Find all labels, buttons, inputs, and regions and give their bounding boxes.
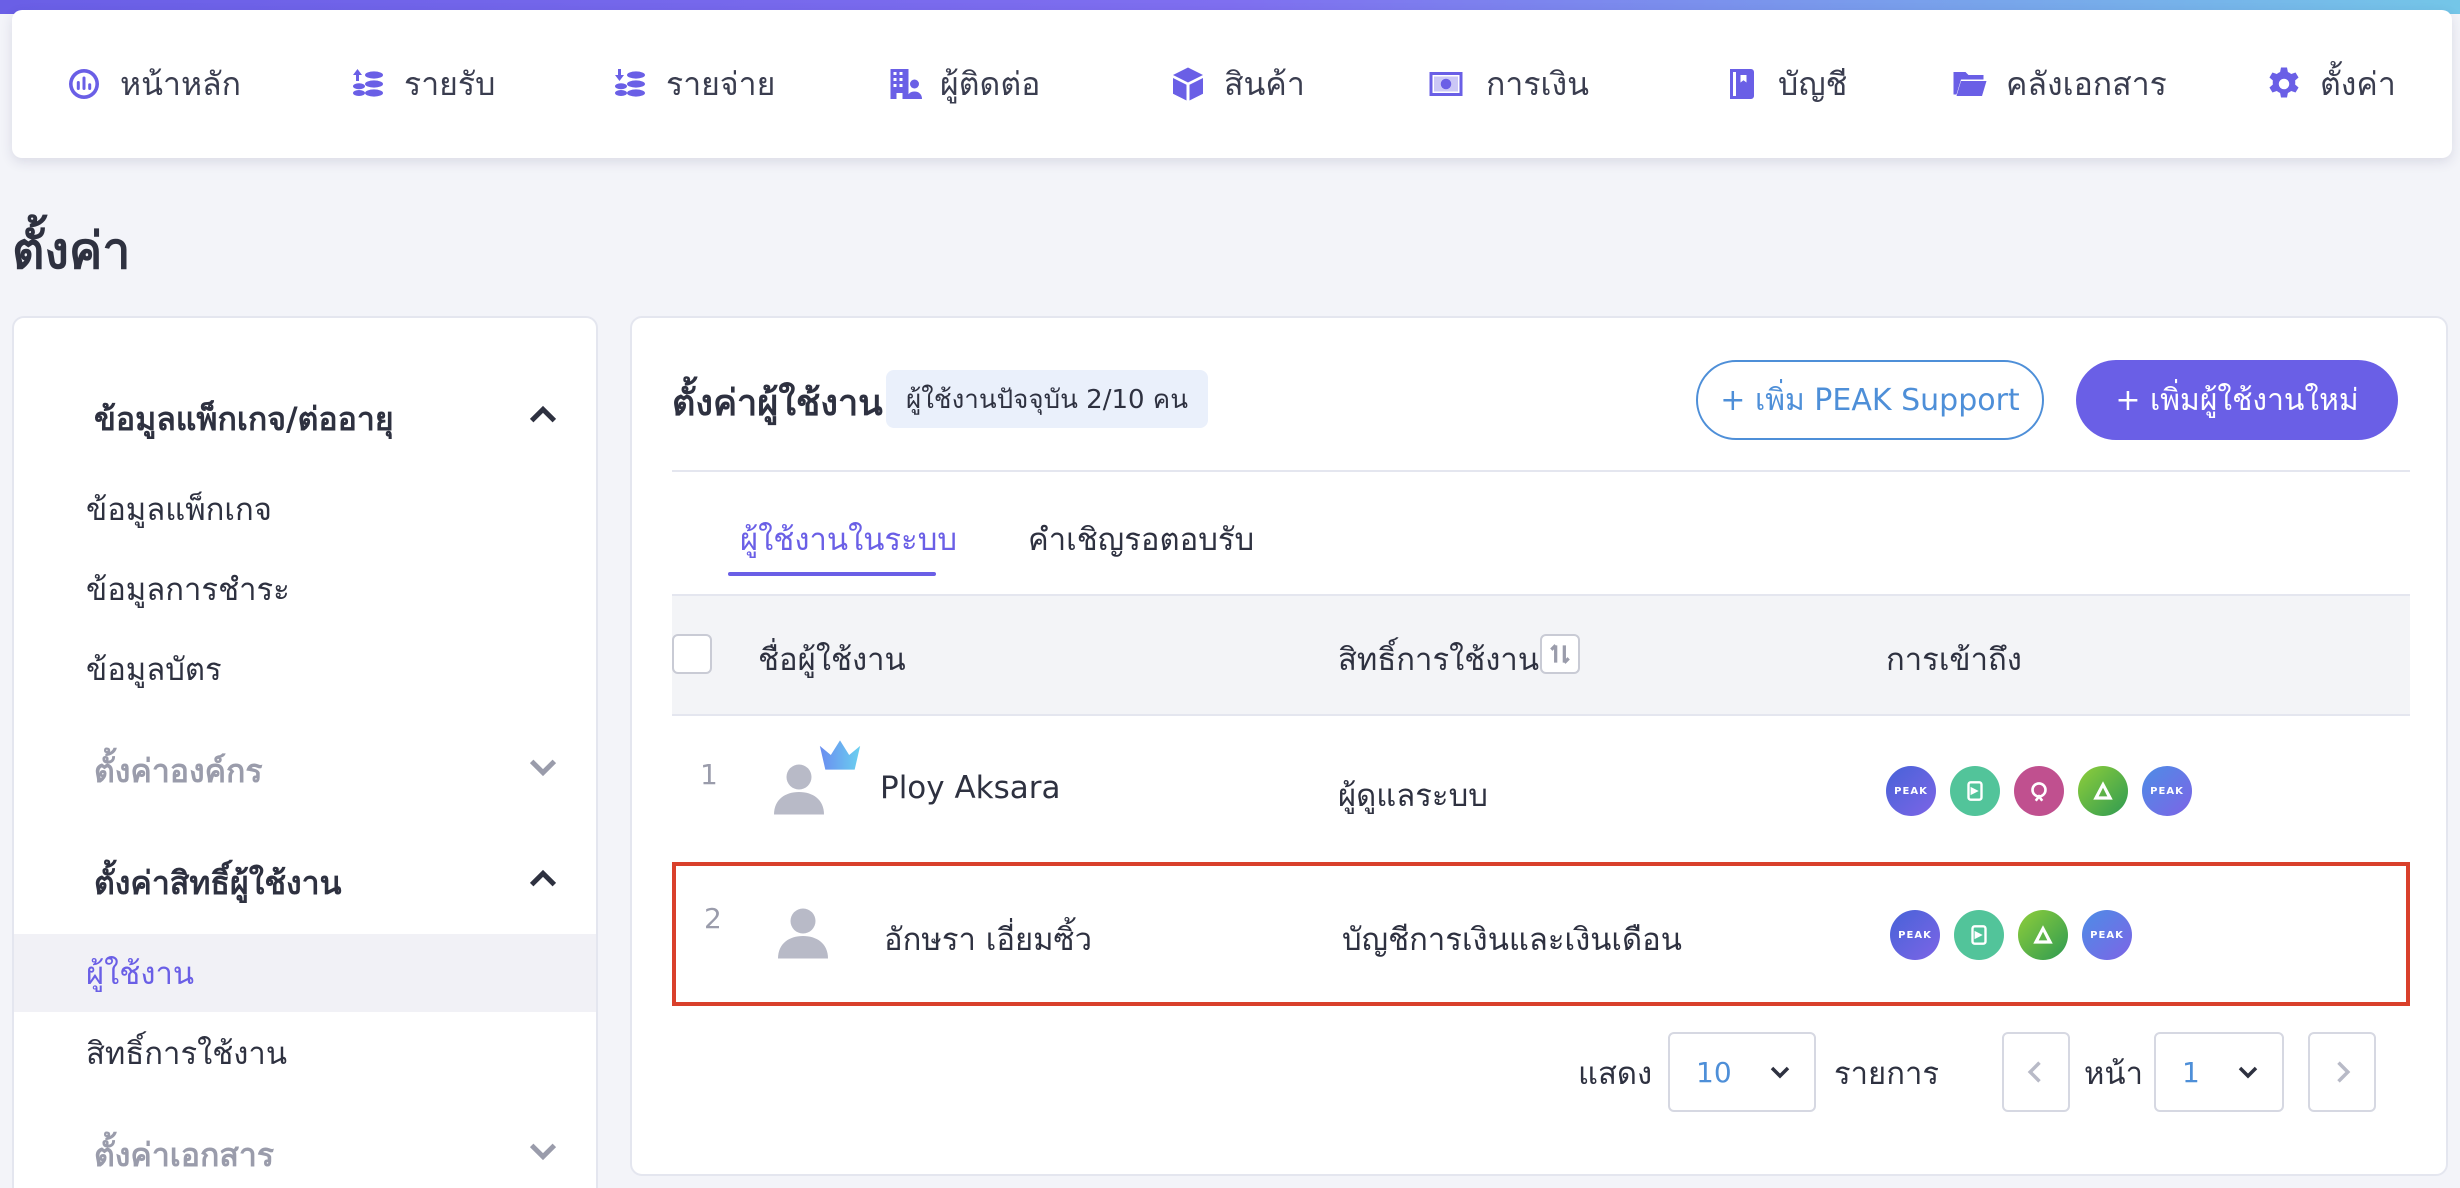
table-row[interactable]: 1 Ploy Aksara ผู้ดูแลระบบ PEAK PEAK (672, 718, 2410, 862)
nav-item-finance[interactable]: การเงิน (1424, 10, 1589, 158)
sidebar-item-users[interactable]: ผู้ใช้งาน (14, 934, 596, 1012)
ledger-book-icon (1730, 69, 1754, 99)
page-select[interactable]: 1 (2154, 1032, 2284, 1112)
nav-item-label: คลังเอกสาร (2006, 64, 2167, 103)
peak-receipt-icon (1950, 766, 2000, 816)
peak-link-icon (2014, 766, 2064, 816)
header-divider (672, 470, 2410, 472)
column-header-role: สิทธิ์การใช้งาน (1338, 642, 1540, 678)
folder-icon (1953, 72, 1987, 96)
crown-icon (819, 740, 861, 770)
nav-item-documents[interactable]: คลังเอกสาร (1952, 10, 2167, 158)
peak-pos-icon: PEAK (2142, 766, 2192, 816)
contacts-building-icon (890, 69, 922, 99)
pager-show-label: แสดง (1578, 1056, 1653, 1092)
row-number: 1 (700, 758, 718, 791)
sidebar-item-package-info[interactable]: ข้อมูลแพ็กเกจ (14, 470, 596, 548)
peak-app-icon: PEAK (1890, 910, 1940, 960)
column-header-name: ชื่อผู้ใช้งาน (758, 642, 906, 678)
peak-pos-icon: PEAK (2082, 910, 2132, 960)
chevron-up-icon[interactable] (526, 398, 560, 432)
tab-pending-invitations[interactable]: คำเชิญรอตอบรับ (1028, 514, 1254, 564)
peak-app-icon: PEAK (1886, 766, 1936, 816)
nav-item-home[interactable]: หน้าหลัก (66, 10, 241, 158)
card-title: ตั้งค่าผู้ใช้งาน (672, 383, 883, 424)
nav-item-contacts[interactable]: ผู้ติดต่อ (886, 10, 1040, 158)
sidebar-item-card-info[interactable]: ข้อมูลบัตร (14, 630, 596, 708)
chevron-down-icon[interactable] (526, 1134, 560, 1168)
top-navbar: หน้าหลัก รายรับ รายจ่าย ผู้ติดต่อ สินค้า… (12, 10, 2452, 158)
sidebar-section-documents[interactable]: ตั้งค่าเอกสาร (94, 1130, 274, 1181)
access-apps: PEAK PEAK (1886, 766, 2192, 816)
user-count-badge: ผู้ใช้งานปัจจุบัน 2/10 คน (886, 370, 1208, 428)
nav-item-label: รายจ่าย (666, 64, 776, 103)
table-header: ชื่อผู้ใช้งาน สิทธิ์การใช้งาน การเข้าถึง (672, 594, 2410, 716)
tab-system-users[interactable]: ผู้ใช้งานในระบบ (740, 514, 957, 564)
chevron-right-icon (2337, 1061, 2351, 1083)
column-header-access: การเข้าถึง (1886, 642, 2022, 678)
active-tab-indicator (728, 572, 936, 576)
pager-items-label: รายการ (1834, 1056, 1940, 1092)
next-page-button[interactable] (2308, 1032, 2376, 1112)
user-avatar-icon (778, 908, 828, 959)
nav-item-accounting[interactable]: บัญชี (1724, 10, 1847, 158)
nav-item-products[interactable]: สินค้า (1170, 10, 1305, 158)
user-role: บัญชีการเงินและเงินเดือน (1342, 922, 1682, 958)
prev-page-button[interactable] (2002, 1032, 2070, 1112)
user-name: Ploy Aksara (880, 770, 1061, 806)
income-coins-icon (353, 69, 383, 97)
chevron-up-icon[interactable] (526, 862, 560, 896)
nav-item-label: หน้าหลัก (120, 64, 242, 103)
expense-coins-icon (615, 69, 645, 97)
nav-item-label: ตั้งค่า (2320, 64, 2396, 103)
nav-item-label: สินค้า (1224, 64, 1305, 103)
sidebar-section-user-permissions[interactable]: ตั้งค่าสิทธิ์ผู้ใช้งาน (94, 858, 342, 909)
dashboard-icon (69, 69, 99, 99)
user-settings-card: ตั้งค่าผู้ใช้งาน ผู้ใช้งานปัจจุบัน 2/10 … (630, 316, 2448, 1176)
nav-item-label: ผู้ติดต่อ (940, 64, 1041, 103)
nav-item-label: บัญชี (1778, 64, 1848, 103)
table-row-highlighted[interactable]: 2 อักษรา เอี่ยมซิ้ว บัญชีการเงินและเงินเ… (672, 862, 2410, 1006)
gear-icon (2269, 67, 2299, 98)
page-title: ตั้งค่า (12, 222, 131, 280)
pager-page-label: หน้า (2084, 1056, 2144, 1092)
peak-asset-icon (2078, 766, 2128, 816)
user-name: อักษรา เอี่ยมซิ้ว (884, 922, 1092, 958)
nav-item-income[interactable]: รายรับ (350, 10, 495, 158)
page-value: 1 (2182, 1055, 2200, 1089)
sidebar-item-payment-info[interactable]: ข้อมูลการชำระ (14, 550, 596, 628)
nav-item-settings[interactable]: ตั้งค่า (2266, 10, 2396, 158)
peak-receipt-icon (1954, 910, 2004, 960)
chevron-down-icon (2238, 1066, 2258, 1079)
product-box-icon (1173, 67, 1203, 101)
sidebar-section-package[interactable]: ข้อมูลแพ็กเกจ/ต่ออายุ (94, 394, 394, 445)
nav-item-expense[interactable]: รายจ่าย (612, 10, 775, 158)
sidebar-item-permissions[interactable]: สิทธิ์การใช้งาน (14, 1014, 596, 1092)
access-apps: PEAK PEAK (1890, 910, 2132, 960)
add-user-button[interactable]: + เพิ่มผู้ใช้งานใหม่ (2076, 360, 2398, 440)
page-size-select[interactable]: 10 (1668, 1032, 1816, 1112)
row-number: 2 (704, 902, 722, 935)
chevron-down-icon[interactable] (526, 750, 560, 784)
page-size-value: 10 (1696, 1055, 1732, 1089)
sort-icon[interactable] (1540, 634, 1580, 674)
sidebar-section-organization[interactable]: ตั้งค่าองค์กร (94, 746, 263, 797)
chevron-down-icon (1770, 1066, 1790, 1079)
money-icon (1429, 72, 1463, 96)
peak-asset-icon (2018, 910, 2068, 960)
nav-item-label: รายรับ (404, 64, 496, 103)
avatar (760, 888, 846, 974)
settings-sidebar: ข้อมูลแพ็กเกจ/ต่ออายุ ข้อมูลแพ็กเกจ ข้อม… (12, 316, 598, 1188)
add-peak-support-button[interactable]: + เพิ่ม PEAK Support (1696, 360, 2044, 440)
user-role: ผู้ดูแลระบบ (1338, 778, 1488, 814)
nav-item-label: การเงิน (1486, 64, 1589, 103)
chevron-left-icon (2027, 1061, 2041, 1083)
